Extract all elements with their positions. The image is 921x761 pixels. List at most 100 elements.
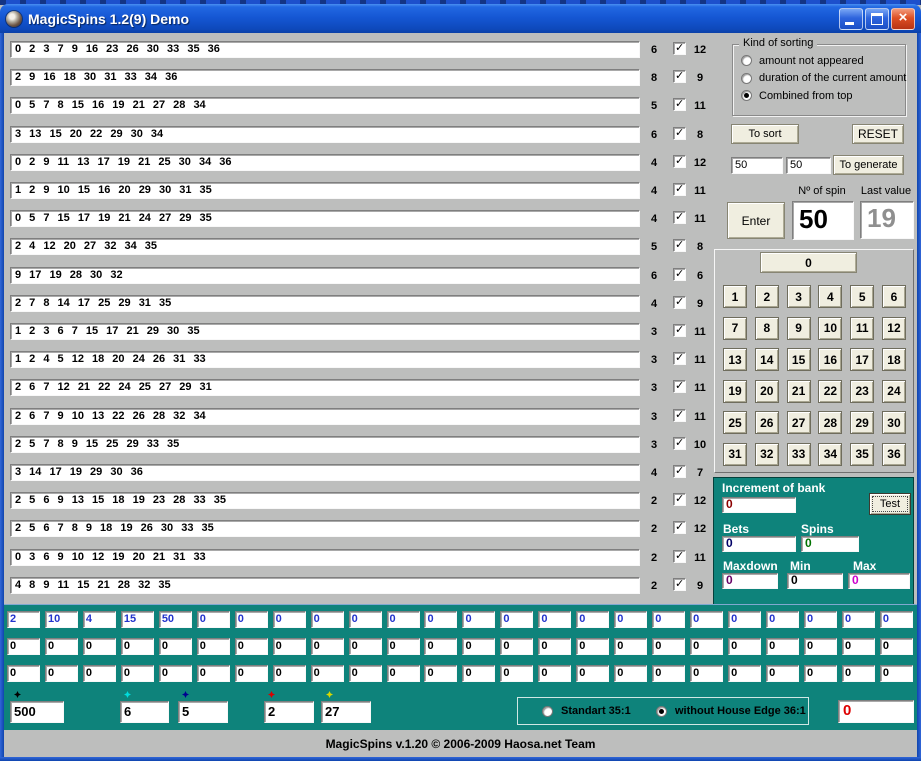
maximize-button[interactable] [865, 8, 889, 30]
sequence-field[interactable]: 0 5 7 15 17 19 21 24 27 29 35 [10, 210, 640, 227]
grid-cell[interactable]: 0 [7, 638, 40, 655]
grid-cell[interactable]: 0 [652, 611, 685, 628]
row-checkbox[interactable] [673, 239, 686, 252]
row-checkbox[interactable] [673, 268, 686, 281]
grid-cell[interactable]: 0 [273, 638, 306, 655]
grid-cell[interactable]: 4 [83, 611, 116, 628]
grid-cell[interactable]: 0 [83, 665, 116, 682]
bet-amount-field[interactable]: 2 [264, 701, 314, 723]
grid-cell[interactable]: 0 [83, 638, 116, 655]
result-field[interactable]: 0 [838, 700, 914, 723]
grid-cell[interactable]: 0 [880, 638, 913, 655]
grid-cell[interactable]: 50 [159, 611, 192, 628]
grid-cell[interactable]: 0 [424, 665, 457, 682]
grid-cell[interactable]: 0 [728, 638, 761, 655]
sequence-field[interactable]: 2 6 7 12 21 22 24 25 27 29 31 [10, 379, 640, 396]
row-checkbox[interactable] [673, 127, 686, 140]
sequence-field[interactable]: 1 2 9 10 15 16 20 29 30 31 35 [10, 182, 640, 199]
row-checkbox[interactable] [673, 155, 686, 168]
bet-amount-field[interactable]: 27 [321, 701, 371, 723]
sequence-field[interactable]: 4 8 9 11 15 21 28 32 35 [10, 577, 640, 594]
grid-cell[interactable]: 0 [652, 665, 685, 682]
sequence-field[interactable]: 1 2 4 5 12 18 20 24 26 31 33 [10, 351, 640, 368]
row-checkbox[interactable] [673, 42, 686, 55]
grid-cell[interactable]: 0 [387, 611, 420, 628]
grid-cell[interactable]: 0 [842, 665, 875, 682]
sequence-field[interactable]: 3 14 17 19 29 30 36 [10, 464, 640, 481]
grid-cell[interactable]: 0 [235, 665, 268, 682]
grid-cell[interactable]: 15 [121, 611, 154, 628]
grid-cell[interactable]: 0 [538, 638, 571, 655]
grid-cell[interactable]: 0 [349, 638, 382, 655]
row-checkbox[interactable] [673, 493, 686, 506]
grid-cell[interactable]: 0 [273, 665, 306, 682]
grid-cell[interactable]: 0 [576, 611, 609, 628]
minimize-button[interactable] [839, 8, 863, 30]
grid-cell[interactable]: 0 [7, 665, 40, 682]
grid-cell[interactable]: 0 [690, 638, 723, 655]
row-checkbox[interactable] [673, 324, 686, 337]
sequence-field[interactable]: 0 3 6 9 10 12 19 20 21 31 33 [10, 549, 640, 566]
grid-cell[interactable]: 0 [804, 638, 837, 655]
grid-cell[interactable]: 0 [766, 665, 799, 682]
grid-cell[interactable]: 0 [804, 665, 837, 682]
grid-cell[interactable]: 0 [349, 665, 382, 682]
sequence-field[interactable]: 0 5 7 8 15 16 19 21 27 28 34 [10, 97, 640, 114]
grid-cell[interactable]: 0 [842, 638, 875, 655]
grid-cell[interactable]: 0 [842, 611, 875, 628]
row-checkbox[interactable] [673, 98, 686, 111]
sequence-field[interactable]: 2 5 6 9 13 15 18 19 23 28 33 35 [10, 492, 640, 509]
grid-cell[interactable]: 0 [576, 638, 609, 655]
grid-cell[interactable]: 0 [197, 611, 230, 628]
sequence-field[interactable]: 2 6 7 9 10 13 22 26 28 32 34 [10, 408, 640, 425]
grid-cell[interactable]: 0 [804, 611, 837, 628]
bet-amount-field[interactable]: 5 [178, 701, 228, 723]
sequence-field[interactable]: 2 9 16 18 30 31 33 34 36 [10, 69, 640, 86]
grid-cell[interactable]: 0 [197, 638, 230, 655]
row-checkbox[interactable] [673, 380, 686, 393]
radio-button[interactable] [542, 706, 553, 717]
grid-cell[interactable]: 0 [538, 611, 571, 628]
grid-cell[interactable]: 0 [614, 665, 647, 682]
grid-cell[interactable]: 0 [538, 665, 571, 682]
grid-cell[interactable]: 0 [159, 665, 192, 682]
sequence-field[interactable]: 2 7 8 14 17 25 29 31 35 [10, 295, 640, 312]
grid-cell[interactable]: 0 [500, 638, 533, 655]
grid-cell[interactable]: 0 [311, 611, 344, 628]
sequence-field[interactable]: 1 2 3 6 7 15 17 21 29 30 35 [10, 323, 640, 340]
grid-cell[interactable]: 0 [652, 638, 685, 655]
grid-cell[interactable]: 0 [690, 611, 723, 628]
grid-cell[interactable]: 0 [462, 611, 495, 628]
sequence-field[interactable]: 3 13 15 20 22 29 30 34 [10, 126, 640, 143]
close-button[interactable]: × [891, 8, 915, 30]
row-checkbox[interactable] [673, 296, 686, 309]
grid-cell[interactable]: 0 [424, 638, 457, 655]
grid-cell[interactable]: 0 [159, 638, 192, 655]
row-checkbox[interactable] [673, 437, 686, 450]
sequence-field[interactable]: 9 17 19 28 30 32 [10, 267, 640, 284]
sequence-field[interactable]: 2 5 7 8 9 15 25 29 33 35 [10, 436, 640, 453]
grid-cell[interactable]: 0 [273, 611, 306, 628]
bet-amount-field[interactable]: 500 [10, 701, 64, 723]
grid-cell[interactable]: 10 [45, 611, 78, 628]
grid-cell[interactable]: 0 [880, 611, 913, 628]
row-checkbox[interactable] [673, 70, 686, 83]
grid-cell[interactable]: 0 [728, 665, 761, 682]
grid-cell[interactable]: 0 [311, 665, 344, 682]
radio-button[interactable] [656, 706, 667, 717]
grid-cell[interactable]: 0 [576, 665, 609, 682]
grid-cell[interactable]: 0 [880, 665, 913, 682]
grid-cell[interactable]: 0 [121, 665, 154, 682]
grid-cell[interactable]: 0 [614, 611, 647, 628]
row-checkbox[interactable] [673, 352, 686, 365]
grid-cell[interactable]: 0 [500, 611, 533, 628]
grid-cell[interactable]: 0 [500, 665, 533, 682]
grid-cell[interactable]: 0 [235, 638, 268, 655]
sequence-field[interactable]: 2 4 12 20 27 32 34 35 [10, 238, 640, 255]
grid-cell[interactable]: 0 [766, 611, 799, 628]
grid-cell[interactable]: 0 [349, 611, 382, 628]
row-checkbox[interactable] [673, 465, 686, 478]
grid-cell[interactable]: 0 [728, 611, 761, 628]
grid-cell[interactable]: 0 [614, 638, 647, 655]
sequence-field[interactable]: 0 2 3 7 9 16 23 26 30 33 35 36 [10, 41, 640, 58]
